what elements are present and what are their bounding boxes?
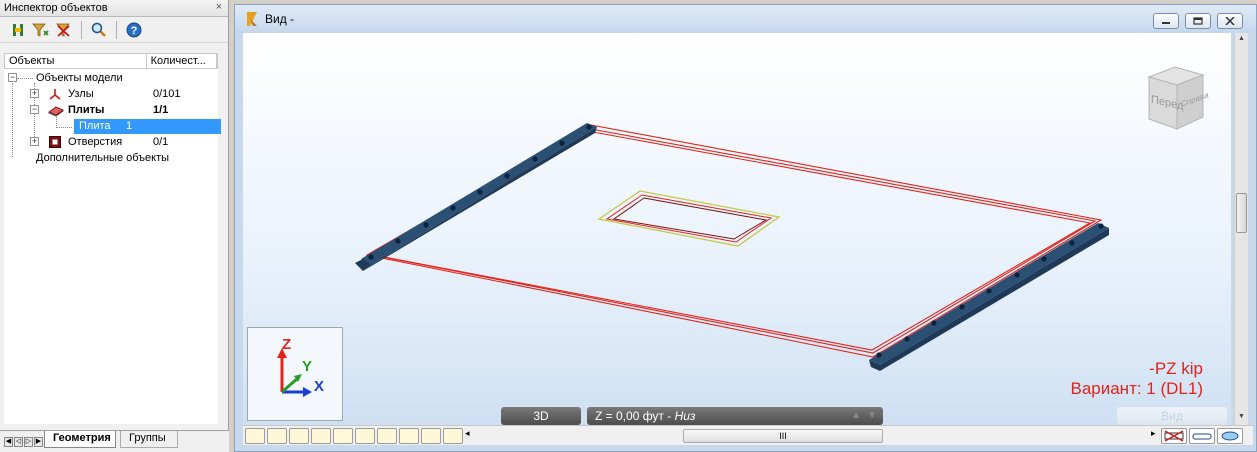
tab-geometry[interactable]: Геометрия: [44, 431, 116, 448]
3d-viewport[interactable]: Перед Справа Z Y X -PZ kip Вариант: 1 (D…: [243, 33, 1231, 425]
plate-display-icon[interactable]: [377, 428, 397, 444]
plate-icon: [48, 106, 64, 117]
axis-y-label: Y: [302, 358, 313, 375]
triangle-up-icon[interactable]: ▲: [851, 410, 861, 421]
node-icon: [49, 89, 61, 100]
tree-line: [56, 127, 72, 128]
tab-prev-icon[interactable]: ◁: [14, 437, 23, 447]
filter-clear-icon[interactable]: [54, 20, 74, 40]
chevron-left-icon[interactable]: ◂: [465, 428, 473, 444]
expand-icon[interactable]: +: [30, 89, 39, 98]
collapse-icon[interactable]: −: [30, 105, 39, 114]
plate-item-count: 1: [126, 120, 133, 132]
scroll-thumb[interactable]: [1236, 193, 1247, 233]
tree-item-openings[interactable]: Отверстия: [48, 134, 122, 150]
axes-gizmo: Z Y X: [247, 327, 343, 421]
tree-item-nodes[interactable]: Узлы: [48, 86, 94, 102]
tree-item-model-objects[interactable]: Объекты модели: [36, 70, 123, 86]
offset-icon[interactable]: [399, 428, 419, 444]
column-header-objects[interactable]: Объекты: [5, 54, 147, 68]
plates-count: 1/1: [153, 104, 169, 116]
view-window: Вид - Перед Справа Z Y X -PZ kip Вариант…: [234, 4, 1257, 452]
tree-item-extra-objects[interactable]: Дополнительные объекты: [36, 150, 169, 166]
toolbar-separator: [116, 20, 117, 39]
minimize-button[interactable]: [1153, 13, 1179, 29]
column-header-count[interactable]: Количест...: [147, 54, 217, 68]
link-icon[interactable]: [1189, 428, 1215, 444]
opening-icon: [49, 136, 61, 148]
model-drawing: [355, 123, 1109, 371]
tree-item-plates[interactable]: Плиты: [48, 102, 104, 118]
object-inspector-panel: Инспектор объектов × ? Объекты Количест.…: [0, 0, 229, 452]
support-icon[interactable]: [355, 428, 375, 444]
filter-icon[interactable]: [31, 20, 51, 40]
node-numbers-icon[interactable]: [245, 428, 265, 444]
tree-item-plate-selected[interactable]: Плита 1: [74, 119, 221, 134]
tab-groups[interactable]: Группы: [120, 431, 178, 448]
view-titlebar: Вид -: [235, 5, 1256, 33]
openings-count: 0/1: [153, 136, 169, 148]
scroll-down-icon[interactable]: ▼: [1236, 413, 1247, 423]
section-icon[interactable]: [289, 428, 309, 444]
z-side-label: Низ: [674, 409, 696, 423]
inspector-tab-bar: ◀ ◁ ▷ ▶ Геометрия Группы: [0, 430, 229, 452]
mode-3d-button[interactable]: 3D: [501, 407, 581, 425]
view-title: Вид -: [265, 12, 295, 26]
view-pill[interactable]: Вид: [1117, 407, 1227, 425]
hide-icon[interactable]: [1161, 428, 1187, 444]
expand-icon[interactable]: +: [30, 137, 39, 146]
tab-first-icon[interactable]: ◀: [4, 437, 13, 447]
triangle-down-icon[interactable]: ▼: [867, 410, 877, 421]
tree-item-label: Объекты модели: [36, 72, 123, 84]
tree-column-headers: Объекты Количест...: [4, 53, 218, 69]
tab-next-icon[interactable]: ▷: [24, 437, 33, 447]
display-toolbar: ◂ III ▸: [243, 425, 1253, 445]
render-icon[interactable]: [1217, 428, 1243, 444]
tree-item-label: Узлы: [68, 88, 94, 100]
bar-numbers-icon[interactable]: [267, 428, 287, 444]
mode-label: 3D: [533, 409, 549, 423]
collapse-icon[interactable]: −: [8, 73, 17, 82]
horizontal-scroll-thumb[interactable]: III: [683, 429, 883, 443]
inspector-titlebar: Инспектор объектов ×: [0, 0, 228, 17]
vertical-scrollbar[interactable]: ▲ ▼: [1234, 33, 1248, 425]
help-icon[interactable]: ?: [124, 20, 144, 40]
tree-line: [12, 83, 13, 157]
tree-item-label: Отверстия: [68, 136, 123, 148]
z-level-label: Z = 0,00 фут -: [595, 409, 675, 423]
variant-label: Вариант: 1 (DL1): [1070, 379, 1203, 398]
app-logo-icon: [247, 12, 257, 26]
search-icon[interactable]: [89, 20, 109, 40]
toolbar-separator: [81, 20, 82, 39]
object-tree: − Объекты модели + Узлы 0/101 − Плиты 1/…: [4, 69, 221, 424]
axis-z-label: Z: [282, 336, 292, 353]
tree-item-label: Плиты: [68, 104, 105, 116]
inspector-title: Инспектор объектов: [4, 2, 108, 14]
axis-x-label: X: [314, 378, 325, 395]
tab-last-icon[interactable]: ▶: [34, 437, 43, 447]
tree-line: [17, 78, 33, 79]
close-button[interactable]: [1217, 13, 1243, 29]
view-pill-label: Вид: [1161, 409, 1183, 423]
view-cube[interactable]: Перед Справа: [1135, 55, 1215, 135]
plate-opening[interactable]: [597, 190, 781, 247]
restore-button[interactable]: [1185, 13, 1211, 29]
svg-text:?: ?: [131, 25, 138, 37]
scroll-up-icon[interactable]: ▲: [1236, 35, 1247, 45]
load-icon[interactable]: [333, 428, 353, 444]
tree-columns-icon[interactable]: [8, 20, 28, 40]
work-plane-selector[interactable]: Z = 0,00 фут - Низ ▲ ▼: [587, 407, 883, 425]
grid-icon[interactable]: [443, 428, 463, 444]
scroll-grip: III: [779, 431, 787, 441]
nodes-count: 0/101: [153, 88, 181, 100]
units-label: -PZ kip: [1149, 359, 1203, 378]
numbering-icon[interactable]: [421, 428, 441, 444]
plate-outline[interactable]: [365, 124, 1103, 358]
close-icon[interactable]: ×: [213, 2, 225, 14]
chevron-right-icon[interactable]: ▸: [1151, 428, 1159, 444]
inspector-toolbar: ?: [0, 17, 228, 43]
panel-icon[interactable]: [311, 428, 331, 444]
tree-item-label: Плита: [79, 120, 111, 132]
tree-item-label: Дополнительные объекты: [36, 152, 170, 164]
